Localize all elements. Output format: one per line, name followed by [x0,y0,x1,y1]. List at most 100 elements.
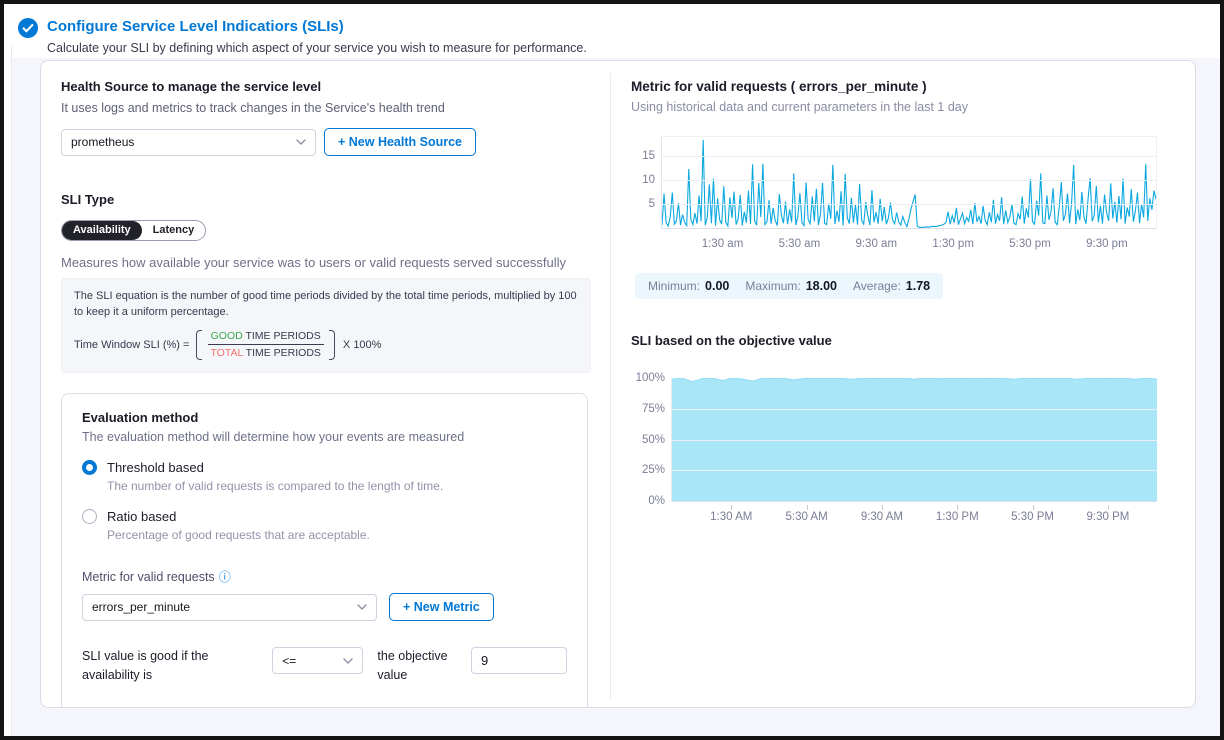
objective-value-input[interactable] [471,647,567,674]
x-axis-tick [807,505,808,510]
metric-stats-bar: Minimum: 0.00 Maximum: 18.00 Average: 1.… [635,273,943,299]
x-axis-label: 1:30 AM [710,511,752,523]
gridline [672,409,1157,410]
new-metric-button[interactable]: + New Metric [389,593,494,621]
metric-chart-subtitle: Using historical data and current parame… [631,100,1169,114]
operator-value: <= [282,654,296,668]
y-axis-label: 25% [642,464,672,476]
content-area: Health Source to manage the service leve… [12,58,1220,736]
sli-type-description: Measures how available your service was … [61,255,610,270]
bracket-right [329,330,335,360]
x-axis-label: 5:30 AM [785,511,827,523]
missing-metric-label: Consider missing metric data as [82,707,260,708]
x-axis-label: 9:30 pm [1086,238,1128,250]
metric-for-valid-requests-label: Metric for valid requests [82,570,215,584]
sli-type-title: SLI Type [61,192,610,207]
x-axis-label: 5:30 am [779,238,821,250]
equation-total-rest: TIME PERIODS [243,347,321,359]
equation-formula: Time Window SLI (%) = GOOD TIME PERIODS … [74,330,578,360]
stat-average: Average: 1.78 [853,279,930,293]
gridline [662,204,1156,205]
health-source-select[interactable]: prometheus [61,129,316,156]
x-axis-tick [731,505,732,510]
health-source-title: Health Source to manage the service leve… [61,79,610,94]
ratio-label: Ratio based [107,509,176,524]
sli-config-card: Health Source to manage the service leve… [40,60,1196,708]
threshold-based-option[interactable]: Threshold based [82,460,567,475]
info-icon[interactable]: ⓘ [264,707,276,708]
metric-select-value: errors_per_minute [92,600,190,614]
right-column: Metric for valid requests ( errors_per_m… [611,61,1195,707]
x-axis-label: 1:30 am [702,238,744,250]
page-title: Configure Service Level Indicatiors (SLI… [47,17,587,37]
x-axis-tick [882,505,883,510]
y-axis-label: 10 [642,174,662,186]
sli-chart-x-axis: 1:30 AM 5:30 AM 9:30 AM 1:30 PM 5:30 PM 9:30 … [671,506,1157,528]
info-icon[interactable]: ⓘ [219,570,231,584]
equation-good-rest: TIME PERIODS [243,330,321,342]
sli-chart-title: SLI based on the objective value [631,333,1169,348]
ratio-radio[interactable] [82,509,97,524]
threshold-radio[interactable] [82,460,97,475]
x-axis-label: 1:30 PM [936,511,979,523]
gridline [662,156,1156,157]
sli-condition-label: SLI value is good if the availability is [82,647,258,685]
metric-trend-series [662,137,1156,228]
health-source-subtitle: It uses logs and metrics to track change… [61,101,610,115]
sli-type-toggle: Availability Latency [61,220,206,241]
x-axis-tick [1108,505,1109,510]
sli-objective-chart: 0%25%50%75%100% [671,378,1157,502]
metric-select[interactable]: errors_per_minute [82,594,377,621]
evaluation-title: Evaluation method [82,410,567,425]
chevron-down-icon [296,139,306,145]
metric-chart-x-axis: 1:30 am 5:30 am 9:30 am 1:30 pm 5:30 pm 9:30 … [661,233,1157,255]
x-axis-label: 5:30 pm [1009,238,1051,250]
x-axis-tick [1033,505,1034,510]
stat-minimum: Minimum: 0.00 [648,279,729,293]
sli-type-availability-pill[interactable]: Availability [62,221,142,240]
chevron-down-icon [343,658,353,664]
y-axis-label: 75% [642,403,672,415]
evaluation-method-card: Evaluation method The evaluation method … [61,393,588,708]
evaluation-subtitle: The evaluation method will determine how… [82,430,567,444]
y-axis-label: 0% [648,495,672,507]
screenshot-frame: Configure Service Level Indicatiors (SLI… [0,0,1224,740]
left-column: Health Source to manage the service leve… [41,61,610,707]
ratio-based-option[interactable]: Ratio based [82,509,567,524]
metric-chart-title: Metric for valid requests ( errors_per_m… [631,79,1169,94]
y-axis-label: 100% [636,372,672,384]
metric-trend-chart: 51015 [661,136,1157,229]
gridline [672,440,1157,441]
sli-type-latency-pill[interactable]: Latency [142,221,206,240]
chevron-down-icon [357,604,367,610]
x-axis-tick [957,505,958,510]
equation-description: The SLI equation is the number of good t… [74,289,578,321]
equation-good-term: GOOD [211,330,243,342]
objective-value-label: the objective value [377,647,457,685]
stat-maximum: Maximum: 18.00 [745,279,837,293]
y-axis-label: 50% [642,434,672,446]
step-header: Configure Service Level Indicatiors (SLI… [4,4,1220,55]
equation-total-term: TOTAL [210,347,242,359]
equation-prefix: Time Window SLI (%) = [74,339,189,351]
x-axis-label: 9:30 PM [1086,511,1129,523]
x-axis-label: 9:30 am [855,238,897,250]
gridline [662,180,1156,181]
x-axis-label: 5:30 PM [1011,511,1054,523]
health-source-value: prometheus [71,135,134,149]
x-axis-label: 9:30 AM [861,511,903,523]
y-axis-label: 5 [649,198,662,210]
new-health-source-button[interactable]: + New Health Source [324,128,476,156]
equation-fraction: GOOD TIME PERIODS TOTAL TIME PERIODS [202,330,328,360]
equation-suffix: X 100% [343,339,382,351]
y-axis-label: 15 [642,150,662,162]
check-circle-icon [18,18,38,38]
operator-select[interactable]: <= [272,647,363,674]
page-subtitle: Calculate your SLI by defining which asp… [47,41,587,55]
x-axis-label: 1:30 pm [932,238,974,250]
gridline [672,470,1157,471]
sli-equation-box: The SLI equation is the number of good t… [61,278,591,373]
threshold-label: Threshold based [107,460,204,475]
threshold-description: The number of valid requests is compared… [107,479,567,493]
ratio-description: Percentage of good requests that are acc… [107,528,567,542]
